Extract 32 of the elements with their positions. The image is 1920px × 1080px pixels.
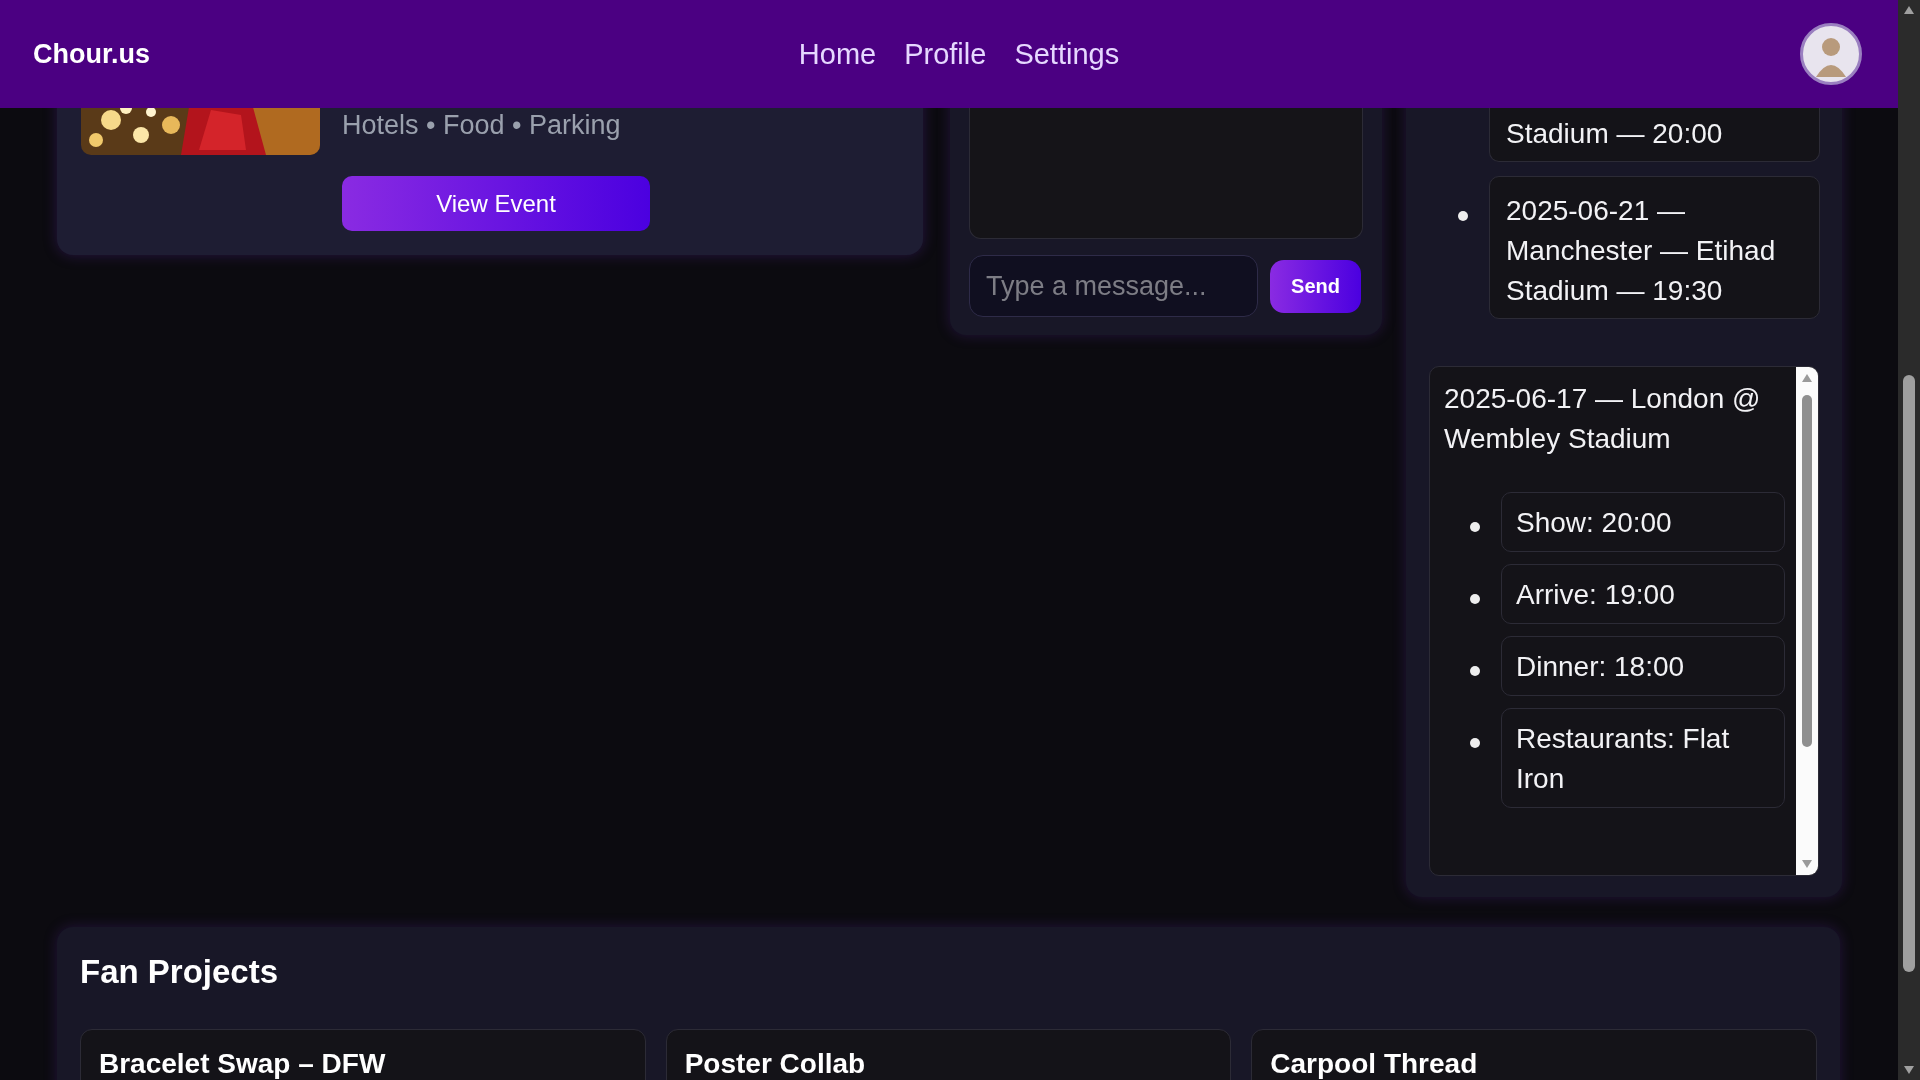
itinerary-item: Show: 20:00 bbox=[1501, 492, 1785, 552]
bullet-icon bbox=[1470, 522, 1480, 532]
site-logo[interactable]: Chour.us bbox=[33, 38, 150, 70]
scroll-up-icon[interactable] bbox=[1903, 5, 1915, 15]
send-button[interactable]: Send bbox=[1270, 259, 1361, 313]
project-title: Poster Collab bbox=[684, 1048, 866, 1080]
bullet-icon bbox=[1470, 666, 1480, 676]
scroll-down-icon[interactable] bbox=[1903, 1065, 1915, 1075]
message-input[interactable]: Type a message... bbox=[969, 255, 1258, 317]
nav-link[interactable]: Settings bbox=[1014, 37, 1120, 71]
scroll-down-icon[interactable] bbox=[1801, 859, 1813, 869]
scrollbar[interactable] bbox=[1796, 367, 1818, 875]
bullet-icon bbox=[1470, 594, 1480, 604]
itinerary-item: Restaurants: Flat Iron bbox=[1501, 708, 1785, 808]
bullet-icon bbox=[1458, 211, 1468, 221]
itinerary-title: 2025-06-17 — London @ Wembley Stadium bbox=[1444, 382, 1762, 456]
view-event-button[interactable]: View Event bbox=[342, 176, 650, 231]
scroll-up-icon[interactable] bbox=[1801, 373, 1813, 383]
itinerary-item: Arrive: 19:00 bbox=[1501, 564, 1785, 624]
bullet-icon bbox=[1470, 738, 1480, 748]
project-title: Bracelet Swap – DFW bbox=[99, 1048, 386, 1080]
event-tags: Hotels • Food • Parking bbox=[342, 110, 621, 141]
scrollbar-thumb[interactable] bbox=[1802, 395, 1812, 747]
section-title: Fan Projects bbox=[80, 952, 279, 992]
tour-date-item: 2025-06-21 — Manchester — Etihad Stadium — 19:30 bbox=[1489, 176, 1820, 319]
avatar-icon[interactable] bbox=[1800, 23, 1862, 85]
page-scrollbar[interactable] bbox=[1898, 0, 1920, 1080]
nav-link[interactable]: Home bbox=[798, 37, 877, 71]
scrollbar-thumb[interactable] bbox=[1903, 375, 1915, 972]
project-title: Carpool Thread bbox=[1270, 1048, 1478, 1080]
nav-link[interactable]: Profile bbox=[904, 37, 987, 71]
itinerary-item: Dinner: 18:00 bbox=[1501, 636, 1785, 696]
